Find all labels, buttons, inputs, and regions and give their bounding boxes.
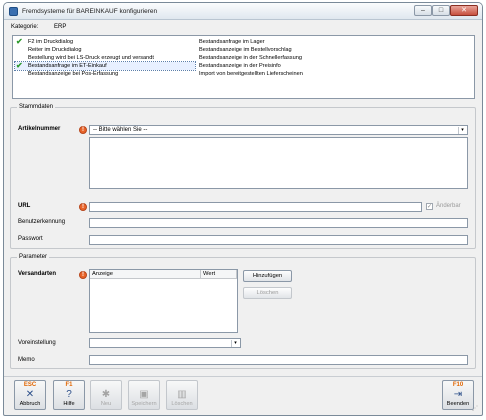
function-item[interactable]: Bestandsanzeige in der Preisinfo <box>199 62 399 70</box>
function-list[interactable]: ✔ F2 im Druckdialog Reiter im Druckdialo… <box>12 35 475 99</box>
cancel-button[interactable]: ESC ✕ Abbruch <box>14 380 46 410</box>
artikelnummer-list[interactable] <box>89 137 468 189</box>
help-button[interactable]: F1 ? Hilfe <box>53 380 85 410</box>
passwort-input[interactable] <box>89 235 468 245</box>
function-item[interactable]: Bestandsanfrage im Lager <box>199 38 399 46</box>
function-item[interactable]: Bestellung wird bei LS-Druck erzeugt und… <box>15 54 195 62</box>
chevron-down-icon[interactable]: ▾ <box>231 340 239 347</box>
url-label: URL <box>18 203 31 209</box>
aenderbar-checkbox[interactable]: ✓ <box>426 203 433 210</box>
function-item[interactable]: Bestandsanzeige im Bestellvorschlag <box>199 46 399 54</box>
function-item[interactable]: Bestandsanzeige in der Schnellerfassung <box>199 54 399 62</box>
warning-icon: ! <box>79 126 87 134</box>
minimize-button[interactable]: – <box>414 5 432 16</box>
delete-button[interactable]: Löschen <box>243 287 292 299</box>
versandarten-table[interactable]: Anzeige Wert <box>89 269 238 333</box>
versandarten-label: Versandarten <box>18 271 57 277</box>
chevron-down-icon[interactable]: ▾ <box>458 127 466 134</box>
delete-footer-button[interactable]: ▥ Löschen <box>166 380 198 410</box>
title-bar: Fremdsysteme für BAREINKAUF konfiguriere… <box>4 3 482 20</box>
warning-icon: ! <box>79 271 87 279</box>
stammdaten-title: Stammdaten <box>17 104 56 110</box>
artikelnummer-label: Artikelnummer <box>18 126 61 132</box>
check-icon: ✔ <box>16 37 23 46</box>
warning-icon: ! <box>79 203 87 211</box>
maximize-button[interactable]: □ <box>432 5 450 16</box>
function-item[interactable]: Reiter im Druckdialog <box>15 46 195 54</box>
benutzer-label: Benutzerkennung <box>18 219 66 225</box>
save-icon: ▣ <box>139 389 149 400</box>
function-item[interactable]: ✔ F2 im Druckdialog <box>15 38 195 46</box>
column-header-wert[interactable]: Wert <box>201 270 237 279</box>
save-button[interactable]: ▣ Speichern <box>128 380 160 410</box>
function-item[interactable]: Import von bereitgestellten Lieferschein… <box>199 70 399 78</box>
exit-icon: ⇥ <box>453 389 463 400</box>
add-button[interactable]: Hinzufügen <box>243 270 292 282</box>
close-icon: ✕ <box>25 389 35 400</box>
exit-button[interactable]: F10 ⇥ Beenden <box>442 380 474 410</box>
url-input[interactable] <box>89 202 422 212</box>
new-icon: ✱ <box>101 389 111 400</box>
kategorie-label: Kategorie: <box>11 24 39 30</box>
app-icon <box>9 7 18 16</box>
memo-input[interactable] <box>89 355 468 365</box>
memo-label: Memo <box>18 357 35 363</box>
footer-divider <box>4 376 482 377</box>
window-title: Fremdsysteme für BAREINKAUF konfiguriere… <box>22 8 158 15</box>
help-icon: ? <box>66 389 72 400</box>
dialog-window: Fremdsysteme für BAREINKAUF konfiguriere… <box>3 2 483 416</box>
voreinstellung-select[interactable]: ▾ <box>89 338 241 348</box>
aenderbar-label: Änderbar <box>436 203 461 209</box>
parameter-title: Parameter <box>17 254 50 260</box>
function-item[interactable]: Bestandsanzeige bei Pos-Erfassung <box>15 70 195 78</box>
function-item-selected[interactable]: ✔ Bestandsanfrage im ET-Einkauf <box>14 61 196 71</box>
new-button[interactable]: ✱ Neu <box>90 380 122 410</box>
kategorie-value: ERP <box>54 24 67 30</box>
trash-icon: ▥ <box>177 389 187 400</box>
artikelnummer-select[interactable]: -- Bitte wählen Sie -- ▾ <box>89 125 468 135</box>
passwort-label: Passwort <box>18 236 43 242</box>
column-header-anzeige[interactable]: Anzeige <box>90 270 201 279</box>
close-button[interactable]: ✕ <box>450 5 478 16</box>
resize-grip-icon[interactable]: ⋰ <box>472 405 480 413</box>
voreinstellung-label: Voreinstellung <box>18 340 56 346</box>
check-icon: ✔ <box>16 61 23 70</box>
benutzer-input[interactable] <box>89 218 468 228</box>
